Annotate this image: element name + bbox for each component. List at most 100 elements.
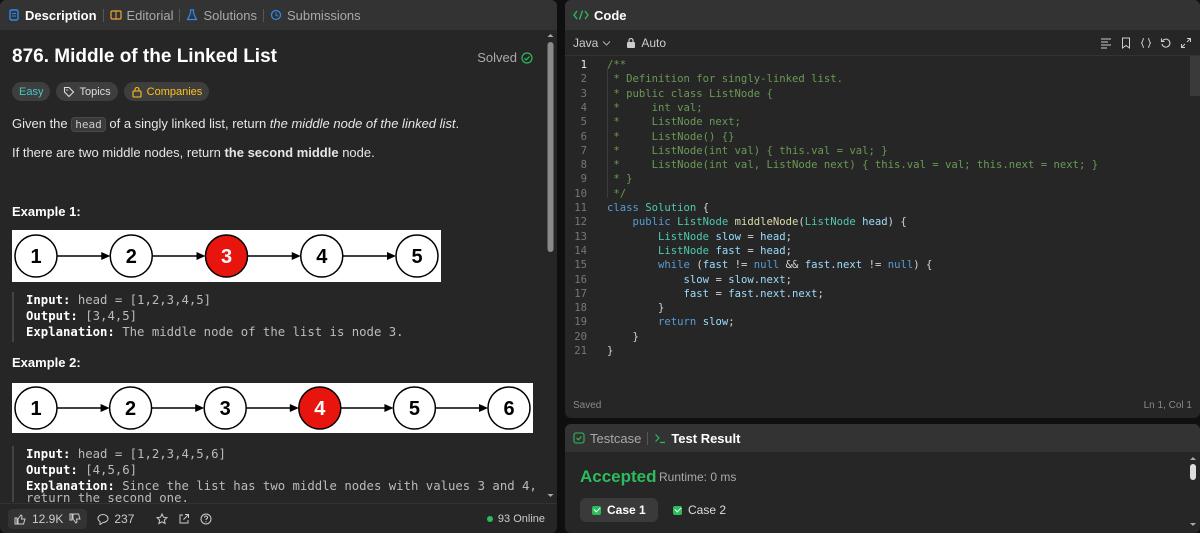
reset-icon[interactable] [1160,37,1172,49]
result-scrollbar[interactable] [1189,456,1197,528]
code-token: Solution [645,202,697,214]
input-label: Input: [26,293,71,307]
code-token: * int val; [607,101,703,114]
code-line[interactable]: 8 * ListNode(int val, ListNode next) { t… [565,158,1190,172]
code-text: return slow; [607,315,735,329]
arrow-head [387,252,396,260]
thumbs-down-icon[interactable] [69,513,82,525]
tab-solutions[interactable]: Solutions [186,8,257,23]
node-value: 2 [125,398,136,420]
line-number: 5 [580,116,587,129]
topics-label: Topics [79,85,111,98]
code-line[interactable]: 9 * } [565,172,1190,186]
case-1-tab[interactable]: Case 1 [580,498,658,522]
text: of a singly linked list, return [105,116,270,131]
line-number: 20 [574,330,587,343]
code-line[interactable]: 13 ListNode slow = head; [565,230,1190,244]
output-label: Output: [26,463,78,477]
format-icon[interactable] [1100,37,1112,49]
online-dot [486,515,493,522]
line-number: 3 [580,87,587,100]
description-scrollbar[interactable] [546,34,555,500]
tab-description[interactable]: Description [8,8,97,23]
tab-code[interactable]: Code [573,8,627,23]
online-indicator: 93 Online [486,512,545,525]
language-select[interactable]: Java [573,36,611,50]
problem-title[interactable]: 876. Middle of the Linked List [12,46,277,68]
tab-label: Editorial [126,7,174,23]
code-line[interactable]: 16 slow = slow.next; [565,273,1190,287]
bookmark-icon[interactable] [1120,37,1132,49]
editor-toolbar: Java Auto [565,30,1200,56]
line-number: 1 [580,59,587,71]
code-line[interactable]: 4 * int val; [565,101,1190,115]
braces-icon[interactable] [1140,37,1152,49]
lock-icon [627,37,636,48]
code-token: * ListNode(int val) { this.val = val; } [607,144,888,157]
line-number: 11 [574,202,587,214]
code-editor[interactable]: 1/** 2 * Definition for singly-linked lis… [565,58,1190,358]
code-line[interactable]: 21} [565,344,1190,358]
mode-select[interactable]: Auto [625,36,666,50]
code-text: */ [607,187,626,201]
code-token: } [607,330,639,343]
code-line[interactable]: 5 * ListNode next; [565,115,1190,129]
arrow-head [196,252,206,260]
expand-icon[interactable] [1180,37,1192,49]
comment-count: 237 [114,511,135,526]
help-icon[interactable] [200,513,212,525]
like-count[interactable]: 12.9K [32,512,63,526]
code-text: * ListNode() {} [607,130,734,144]
example-2-title: Example 2: [12,355,81,370]
code-line[interactable]: 1 /** [565,58,1190,72]
online-count: 93 Online [497,512,545,525]
code-line[interactable]: 2 * Definition for singly-linked list. [565,72,1190,86]
line-number: 9 [580,173,587,186]
line-number: 2 [580,73,587,86]
code-line[interactable]: 3 * public class ListNode { [565,87,1190,101]
comments-button[interactable]: 237 [97,512,134,526]
code-token: next [836,259,863,272]
chevron-down-icon [602,40,611,46]
code-line[interactable]: 14 ListNode fast = head; [565,244,1190,258]
code-line[interactable]: 15 while (fast != null && fast.next != n… [565,258,1190,272]
code-line[interactable]: 20 } [565,330,1190,344]
thumbs-up-icon[interactable] [14,513,26,525]
result-tab-bar: Testcase Test Result [565,424,1200,452]
language-label: Java [573,35,599,50]
code-line[interactable]: 18 } [565,301,1190,315]
tab-submissions[interactable]: Submissions [270,8,361,23]
lock-icon [132,86,142,98]
code-line[interactable]: 10 */ [565,187,1190,201]
code-line[interactable]: 19 return slow; [565,315,1190,329]
solved-status: Solved [477,50,533,65]
case-2-tab[interactable]: Case 2 [661,498,738,522]
like-dislike-group: 12.9K [8,508,88,529]
topics-button[interactable]: Topics [56,82,118,101]
code-line[interactable]: 17 fast = fast.next.next; [565,287,1190,301]
tab-editorial[interactable]: Editorial [109,7,174,23]
code-line[interactable]: 12 public ListNode middleNode(ListNode h… [565,215,1190,229]
description-footer: 12.9K 237 93 Online [0,503,557,533]
share-icon[interactable] [178,513,190,525]
editor-status-bar: Saved Ln 1, Col 1 [565,392,1200,418]
tab-testcase[interactable]: Testcase [573,431,641,446]
code-token: * ListNode(int val, ListNode next) { thi… [607,159,1099,172]
line-number: 10 [574,187,587,200]
star-icon[interactable] [156,512,169,525]
code-text: * ListNode next; [607,115,741,129]
tab-test-result[interactable]: Test Result [654,431,740,446]
companies-button[interactable]: Companies [123,82,210,101]
code-line[interactable]: 11 class Solution { [565,201,1190,215]
tab-divider [102,8,104,22]
code-line[interactable]: 6 * ListNode() {} [565,130,1190,144]
code-token: * public class ListNode { [607,87,773,100]
editor-scrollbar[interactable] [1190,56,1200,96]
code-line[interactable]: 7 * ListNode(int val) { this.val = val; … [565,144,1190,158]
code-token: * ListNode next; [607,116,741,129]
code-brackets-icon [573,10,589,20]
line-number: 16 [574,273,587,286]
explanation-label: Explanation: [26,325,115,339]
